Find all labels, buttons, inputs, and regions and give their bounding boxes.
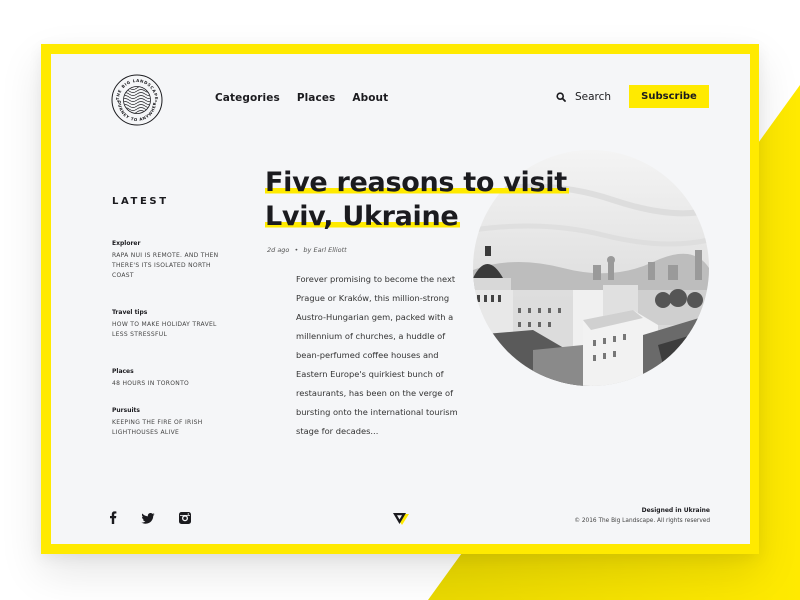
article-author[interactable]: by Earl Elliott	[303, 246, 346, 254]
search-button[interactable]: Search	[556, 91, 611, 103]
designed-in: Designed in Ukraine	[641, 507, 710, 514]
latest-item[interactable]: Explorer Rapa Nui is remote. And then th…	[112, 240, 222, 281]
latest-item-title[interactable]: 48 hours in Toronto	[112, 379, 222, 389]
latest-item-title[interactable]: Rapa Nui is remote. And then there's its…	[112, 251, 222, 281]
nav-about[interactable]: About	[352, 92, 388, 104]
logo-badge[interactable]: THE BIG LANDSCAPE JOURNEY TO ANYWHERE	[111, 74, 163, 126]
headline-line-1: Five reasons to visit	[265, 167, 569, 198]
search-label: Search	[575, 91, 612, 103]
facebook-icon[interactable]	[109, 509, 117, 528]
nav-categories[interactable]: Categories	[215, 92, 280, 104]
instagram-icon[interactable]	[179, 509, 191, 528]
article-time: 2d ago	[267, 246, 290, 254]
copyright: © 2016 The Big Landscape. All rights res…	[574, 518, 710, 524]
nav-places[interactable]: Places	[297, 92, 336, 104]
social-links	[109, 509, 191, 528]
yellow-frame: THE BIG LANDSCAPE JOURNEY TO ANYWHERE Ca…	[41, 44, 759, 554]
latest-item-category[interactable]: Pursuits	[112, 407, 222, 414]
meta-separator: •	[294, 246, 299, 254]
latest-item-category[interactable]: Travel tips	[112, 309, 222, 316]
latest-item-category[interactable]: Explorer	[112, 240, 222, 247]
article-meta: 2d ago • by Earl Elliott	[267, 246, 347, 254]
latest-item[interactable]: Travel tips How to make holiday travel l…	[112, 309, 222, 340]
latest-heading: LATEST	[112, 196, 169, 207]
search-icon	[556, 92, 566, 102]
latest-item[interactable]: Pursuits Keeping the fire of Irish light…	[112, 407, 222, 438]
latest-item-title[interactable]: How to make holiday travel less stressfu…	[112, 320, 222, 340]
article-excerpt: Forever promising to become the next Pra…	[296, 274, 458, 436]
latest-item-category[interactable]: Places	[112, 368, 222, 375]
triangle-logo-icon[interactable]	[393, 513, 409, 525]
page-panel: THE BIG LANDSCAPE JOURNEY TO ANYWHERE Ca…	[51, 54, 750, 544]
article-headline[interactable]: Five reasons to visit Lviv, Ukraine	[265, 166, 569, 234]
headline-line-2: Lviv, Ukraine	[265, 201, 461, 232]
footer-credits: Designed in Ukraine © 2016 The Big Lands…	[574, 507, 710, 524]
latest-item[interactable]: Places 48 hours in Toronto	[112, 368, 222, 389]
subscribe-button[interactable]: Subscribe	[629, 85, 709, 108]
main-nav: Categories Places About	[215, 92, 388, 104]
twitter-icon[interactable]	[141, 509, 155, 528]
latest-item-title[interactable]: Keeping the fire of Irish lighthouses al…	[112, 418, 222, 438]
